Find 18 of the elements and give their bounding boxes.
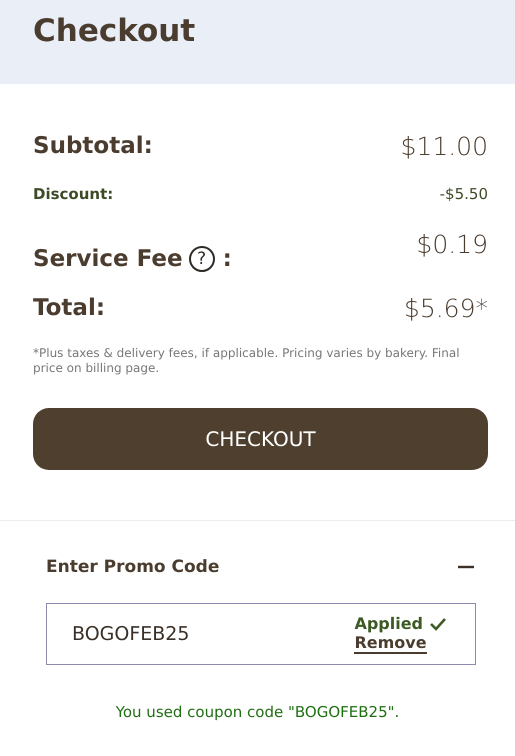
page-title: Checkout bbox=[33, 12, 196, 51]
checkout-button[interactable]: CHECKOUT bbox=[33, 408, 488, 470]
summary-value: $5.69* bbox=[404, 294, 488, 322]
summary-value: $11.00 bbox=[400, 132, 488, 160]
summary-value: -$5.50 bbox=[440, 185, 488, 203]
summary-label: Service Fee bbox=[33, 246, 183, 272]
help-icon[interactable]: ? bbox=[188, 246, 215, 272]
remove-link[interactable]: Remove bbox=[354, 633, 427, 654]
promo-code-field[interactable]: BOGOFEB25 Applied Remove bbox=[46, 603, 476, 665]
summary-label: Subtotal: bbox=[33, 133, 153, 159]
applied-label: Applied bbox=[354, 614, 423, 633]
pricing-note: *Plus taxes & delivery fees, if applicable. Pricing varies by bakery. Final price on billing page. bbox=[33, 346, 461, 376]
summary-label: Total: bbox=[33, 295, 106, 321]
coupon-message: You used coupon code "BOGOFEB25". bbox=[114, 703, 400, 721]
promo-heading: Enter Promo Code bbox=[46, 557, 220, 577]
summary-label: Discount: bbox=[33, 185, 114, 203]
summary-value: $0.19 bbox=[416, 230, 488, 259]
summary-label: : bbox=[222, 246, 232, 272]
